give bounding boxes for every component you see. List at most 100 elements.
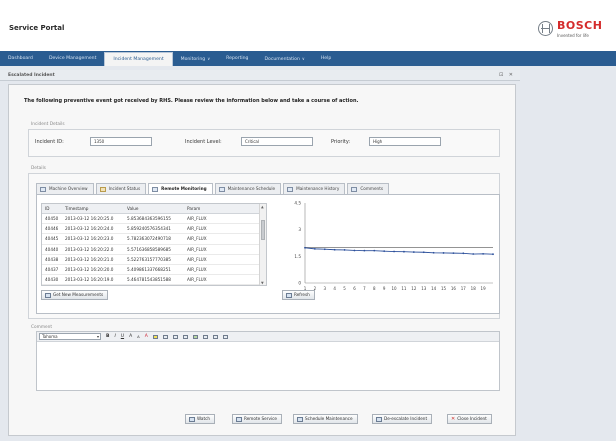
table-row[interactable]: 40445 2013-03-12 16:20:23.0 5.782363072490… — [42, 234, 266, 245]
incident-id-field[interactable]: 1350 — [90, 137, 152, 146]
scroll-down-icon[interactable]: ▼ — [261, 281, 264, 285]
x-tick-label: 3 — [324, 286, 327, 291]
comment-editor[interactable]: Tahoma ▾ B I U A A A — [36, 331, 500, 391]
table-row[interactable]: 40438 2013-03-12 16:20:21.0 5.522763157770… — [42, 255, 266, 265]
data-point — [363, 249, 366, 252]
table-cell: 2013-03-12 16:20:24.0 — [65, 226, 114, 232]
incident-level-field[interactable]: Critical — [241, 137, 313, 146]
bosch-logo: BOSCH Invented for life — [538, 20, 602, 38]
watch-button[interactable]: Watch — [185, 414, 216, 424]
x-tick-label: 11 — [401, 286, 407, 291]
remote-service-button[interactable]: Remote Service — [232, 414, 282, 424]
tab-maintenance-schedule[interactable]: Maintenance Schedule — [214, 183, 282, 194]
nav-item-device-management[interactable]: Device Management — [41, 51, 104, 66]
data-point — [313, 247, 316, 250]
chevron-down-icon: ▾ — [96, 333, 99, 339]
data-point — [353, 249, 356, 252]
nav-item-label: Dashboard — [8, 56, 33, 61]
main-nav: Dashboard Device Management Incident Manag… — [0, 51, 616, 66]
priority-label: Priority: — [331, 139, 351, 145]
tab-label: Comments — [360, 186, 384, 191]
data-point — [333, 248, 336, 251]
table-cell: AIR_FLUX — [187, 256, 207, 262]
table-cell: 2013-03-12 16:20:20.0 — [65, 266, 114, 272]
underline-button[interactable]: U — [121, 334, 124, 339]
table-cell: AIR_FLUX — [187, 216, 207, 221]
tab-incident-status[interactable]: Incident Status — [95, 183, 147, 194]
nav-item-reporting[interactable]: Reporting — [218, 51, 256, 66]
font-select[interactable]: Tahoma ▾ — [39, 333, 101, 340]
align-right-icon[interactable] — [182, 334, 188, 339]
bold-button[interactable]: B — [106, 334, 109, 339]
chevron-down-icon: ∨ — [207, 56, 211, 61]
numbered-list-icon[interactable] — [212, 334, 218, 339]
column-header[interactable]: Value — [124, 204, 184, 213]
table-row[interactable]: 40440 2013-03-12 16:20:22.0 5.571636858589… — [42, 245, 266, 255]
italic-button[interactable]: I — [114, 334, 115, 339]
font-grow-button[interactable]: A — [129, 334, 132, 339]
column-header[interactable]: Param — [184, 204, 258, 213]
tab-comments[interactable]: Comments — [347, 183, 390, 194]
x-tick-label: 10 — [392, 286, 398, 291]
machine-icon — [40, 186, 46, 192]
nav-item-help[interactable]: Help — [313, 51, 339, 66]
table-row[interactable]: 40437 2013-03-12 16:20:20.0 5.409861337668… — [42, 265, 266, 276]
x-tick-label: 17 — [461, 286, 467, 291]
align-left-icon[interactable] — [162, 334, 168, 339]
priority-field[interactable]: High — [369, 137, 441, 146]
bullet-list-icon[interactable] — [202, 334, 208, 339]
measurements-grid: ID Timestamp Value Param 40450 2013-03-12 16… — [41, 203, 267, 286]
remote-service-icon — [236, 416, 242, 422]
close-incident-button[interactable]: ✕ Close Incident — [447, 414, 492, 424]
nav-item-monitoring[interactable]: Monitoring ∨ — [173, 51, 219, 66]
tab-label: Maintenance Schedule — [227, 186, 276, 191]
schedule-maintenance-button[interactable]: Schedule Maintenance — [293, 414, 358, 424]
table-row[interactable]: 40450 2013-03-12 16:20:25.0 5.853684363596… — [42, 214, 266, 225]
deescalate-button[interactable]: De-escalate Incident — [372, 414, 433, 424]
data-point — [482, 252, 485, 255]
table-cell: AIR_FLUX — [187, 236, 207, 242]
table-cell: 2013-03-12 16:20:22.0 — [65, 246, 114, 252]
deescalate-icon — [376, 416, 382, 422]
table-cell: 40438 — [45, 256, 59, 262]
source-icon[interactable] — [222, 334, 228, 339]
tab-machine-overview[interactable]: Machine Overview — [36, 183, 94, 194]
close-incident-label: Close Incident — [457, 416, 487, 421]
portal-title: Service Portal — [9, 24, 65, 32]
grid-scrollbar[interactable]: ▲ ▼ — [259, 204, 266, 285]
table-row[interactable]: 40430 2013-03-12 16:20:19.0 5.464781543851… — [42, 275, 266, 285]
font-shrink-button[interactable]: A — [137, 334, 140, 339]
tab-label: Incident Status — [108, 186, 141, 191]
nav-item-dashboard[interactable]: Dashboard — [0, 51, 41, 66]
table-cell: 5.464781543851588 — [127, 277, 171, 283]
link-icon[interactable] — [192, 334, 198, 339]
tab-maintenance-history[interactable]: Maintenance History — [283, 183, 346, 194]
nav-item-label: Documentation — [264, 57, 300, 62]
table-cell: 5.853684363596155 — [127, 216, 171, 221]
table-row[interactable]: 40446 2013-03-12 16:20:24.0 5.859240576354… — [42, 224, 266, 235]
nav-item-label: Help — [320, 56, 332, 61]
table-cell: 5.522763157770385 — [127, 256, 171, 262]
column-header[interactable]: ID — [42, 204, 62, 213]
column-header[interactable]: Timestamp — [62, 204, 124, 213]
table-cell: 40445 — [45, 236, 59, 242]
air-flux-chart: 4.531.501 2 3 4 5 6 7 8 9 10 11 12 13 14 15 16 17 18 19 — [294, 201, 494, 291]
history-icon — [287, 186, 294, 192]
data-point — [393, 250, 395, 253]
tab-remote-monitoring[interactable]: Remote Monitoring — [148, 183, 213, 194]
nav-item-incident-management[interactable]: Incident Management — [104, 52, 173, 66]
panel-window-controls[interactable]: ⊡ ✕ — [499, 72, 515, 78]
nav-item-documentation[interactable]: Documentation ∨ — [256, 51, 312, 66]
scroll-up-icon[interactable]: ▲ — [261, 205, 264, 209]
table-cell: AIR_FLUX — [187, 246, 207, 252]
align-center-icon[interactable] — [172, 334, 178, 339]
table-cell: 2013-03-12 16:20:21.0 — [65, 256, 114, 262]
x-tick-label: 5 — [343, 286, 346, 291]
x-tick-label: 19 — [481, 286, 487, 291]
scroll-thumb[interactable] — [261, 220, 265, 240]
highlight-icon[interactable] — [152, 334, 158, 339]
get-new-measurements-button[interactable]: Get New Measurements — [41, 290, 109, 300]
table-icon — [45, 292, 51, 298]
text-color-button[interactable]: A — [145, 334, 148, 339]
data-point — [492, 253, 494, 256]
